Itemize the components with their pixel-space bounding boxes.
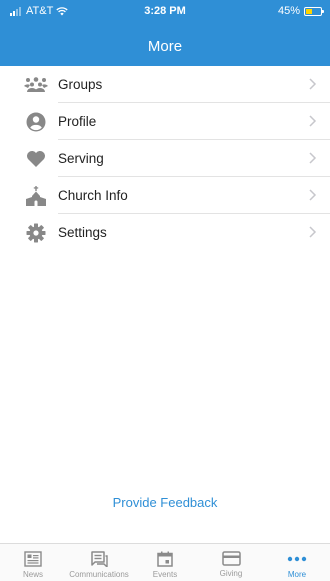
news-icon bbox=[24, 551, 42, 567]
menu-item-profile[interactable]: Profile bbox=[0, 103, 330, 140]
tab-news[interactable]: News bbox=[0, 544, 66, 581]
groups-icon bbox=[24, 75, 48, 95]
card-icon bbox=[221, 551, 241, 566]
app-header: AT&T 3:28 PM 45% More bbox=[0, 0, 330, 66]
tab-label: Events bbox=[152, 570, 178, 579]
bottom-tab-bar: News Communications Events Giving More bbox=[0, 543, 330, 581]
menu-item-label: Church Info bbox=[58, 188, 128, 203]
profile-icon bbox=[24, 112, 48, 132]
provide-feedback-link[interactable]: Provide Feedback bbox=[0, 495, 330, 510]
menu-item-groups[interactable]: Groups bbox=[0, 66, 330, 103]
chevron-right-icon bbox=[309, 189, 317, 201]
menu-item-label: Groups bbox=[58, 77, 103, 92]
chevron-right-icon bbox=[309, 226, 317, 238]
menu-item-settings[interactable]: Settings bbox=[0, 214, 330, 251]
church-icon bbox=[24, 185, 48, 206]
battery-icon bbox=[304, 6, 324, 16]
tab-giving[interactable]: Giving bbox=[198, 544, 264, 581]
chevron-right-icon bbox=[309, 115, 317, 127]
gear-icon bbox=[24, 223, 48, 243]
calendar-icon bbox=[157, 551, 173, 567]
tab-more[interactable]: More bbox=[264, 544, 330, 581]
tab-events[interactable]: Events bbox=[132, 544, 198, 581]
status-bar-right: 45% bbox=[277, 5, 324, 17]
chevron-right-icon bbox=[309, 152, 317, 164]
page-title: More bbox=[147, 38, 183, 55]
tab-label: Giving bbox=[219, 569, 243, 578]
chevron-right-icon bbox=[309, 78, 317, 90]
more-menu: Groups Profile Serving Church Info Setti… bbox=[0, 66, 330, 251]
chat-icon bbox=[91, 551, 108, 567]
menu-item-label: Settings bbox=[58, 225, 107, 240]
tab-label: Communications bbox=[69, 570, 129, 579]
heart-icon bbox=[24, 149, 48, 169]
tab-label: News bbox=[22, 570, 43, 579]
menu-item-church-info[interactable]: Church Info bbox=[0, 177, 330, 214]
tab-label: More bbox=[287, 570, 307, 579]
tab-communications[interactable]: Communications bbox=[66, 544, 132, 581]
menu-item-label: Serving bbox=[58, 151, 104, 166]
menu-item-label: Profile bbox=[58, 114, 97, 129]
status-bar: AT&T 3:28 PM 45% bbox=[0, 0, 330, 22]
battery-percent: 45% bbox=[277, 5, 300, 17]
more-dots-icon bbox=[287, 556, 307, 562]
menu-item-serving[interactable]: Serving bbox=[0, 140, 330, 177]
